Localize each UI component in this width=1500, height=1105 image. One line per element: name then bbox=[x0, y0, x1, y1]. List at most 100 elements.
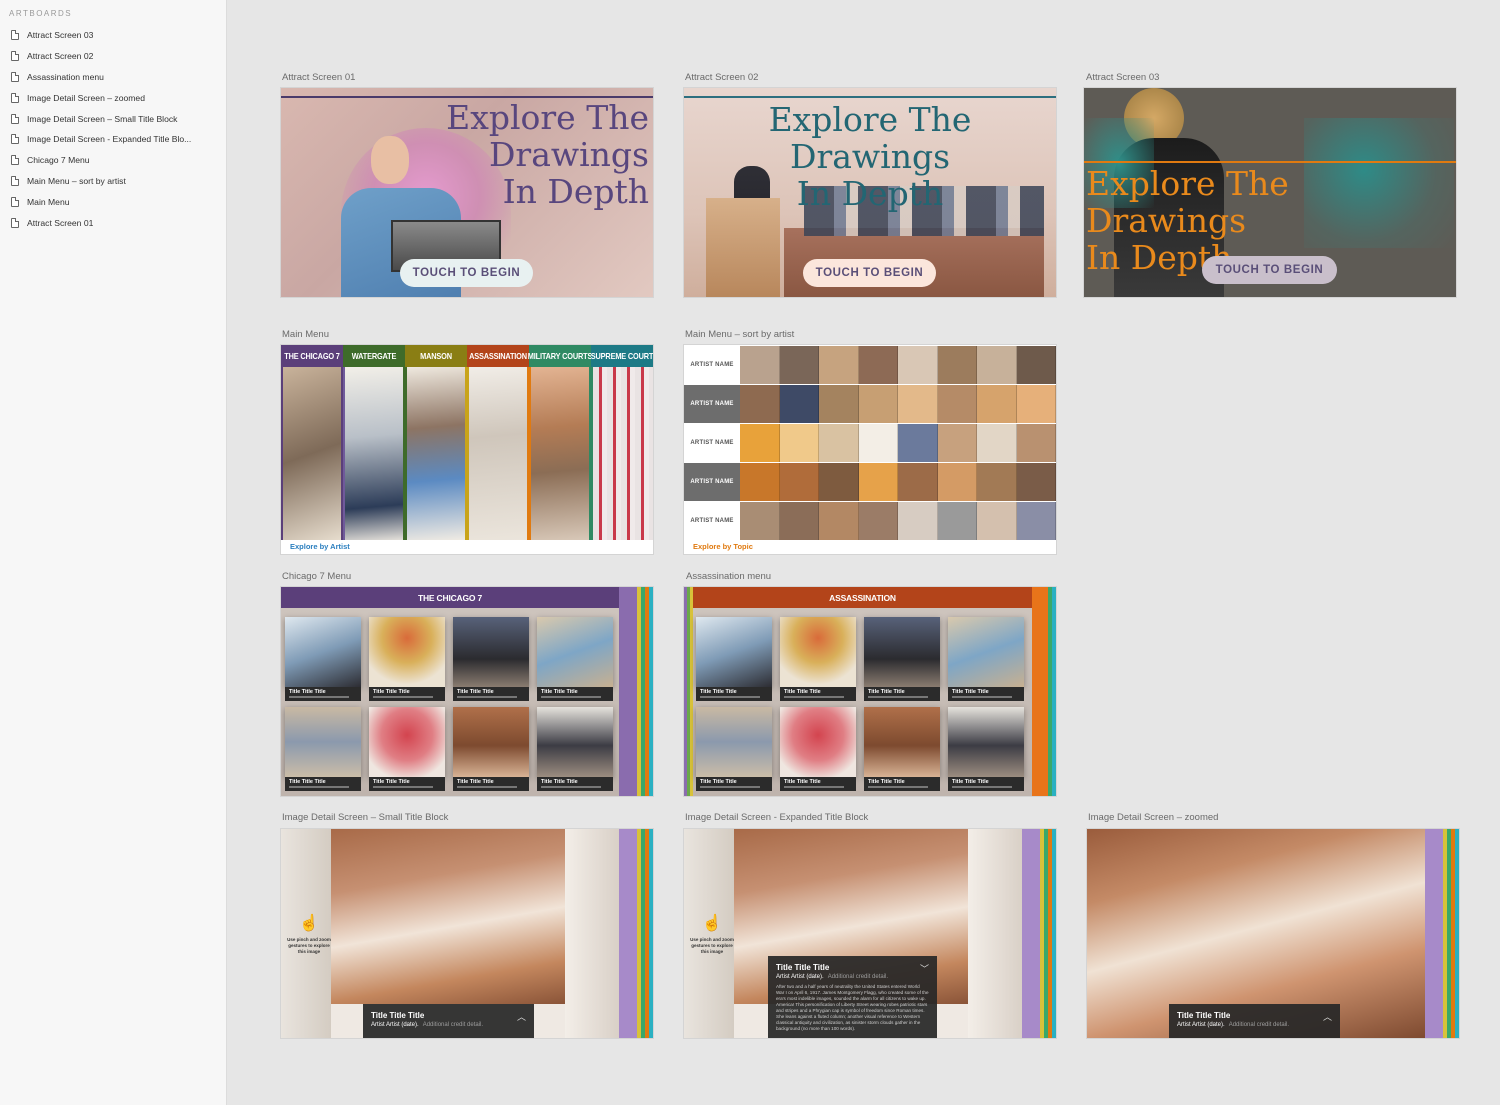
topic-sketch bbox=[591, 367, 653, 540]
artwork-tile[interactable]: Title Title Title bbox=[451, 707, 531, 791]
artist-row[interactable]: ARTIST NAME bbox=[684, 424, 1056, 462]
artboard-image-detail-expanded[interactable]: ☝ Use pinch and zoom gestures to explore… bbox=[684, 829, 1056, 1038]
artboard-label[interactable]: Main Menu bbox=[282, 329, 329, 340]
artboard-label[interactable]: Assassination menu bbox=[686, 571, 771, 582]
sidebar-item-label: Attract Screen 03 bbox=[27, 30, 94, 41]
artwork-tile[interactable]: Title Title Title bbox=[694, 617, 774, 701]
artwork-tile[interactable]: Title Title Title bbox=[283, 617, 363, 701]
sidebar-item-chicago-7-menu[interactable]: Chicago 7 Menu bbox=[0, 150, 227, 171]
artboard-main-menu-sort-by-artist[interactable]: ARTIST NAME ARTIST NAME ARTIST NAME ARTI… bbox=[684, 345, 1056, 554]
artist-thumbnails bbox=[740, 463, 1056, 501]
chevron-up-icon[interactable]: ︿ bbox=[1323, 1010, 1332, 1023]
artwork-caption: Title Title Title bbox=[369, 687, 445, 701]
artwork-tile[interactable]: Title Title Title bbox=[367, 707, 447, 791]
artboard-main-menu[interactable]: THE CHICAGO 7 WATERGATE MANSON ASSASSINA… bbox=[281, 345, 653, 554]
title-block[interactable]: Title Title Title Artist Artist (date). A… bbox=[1169, 1004, 1340, 1038]
explore-by-artist-link[interactable]: Explore by Artist bbox=[281, 540, 653, 554]
topic-color-stripes bbox=[684, 587, 693, 796]
artwork-title: Title Title Title bbox=[868, 689, 905, 695]
artboard-label[interactable]: Image Detail Screen – zoomed bbox=[1088, 812, 1218, 823]
artwork-tile[interactable]: Title Title Title bbox=[778, 707, 858, 791]
title-block-expanded[interactable]: Title Title Title Artist Artist (date). A… bbox=[768, 956, 937, 1038]
topic-watergate[interactable]: WATERGATE bbox=[343, 345, 405, 540]
sidebar-item-detail-zoomed[interactable]: Image Detail Screen – zoomed bbox=[0, 87, 227, 108]
attract-headline: Explore The Drawings In Depth bbox=[281, 99, 649, 211]
artwork-title: Title Title Title bbox=[541, 689, 578, 695]
artist-row[interactable]: ARTIST NAME bbox=[684, 385, 1056, 423]
sidebar-item-assassination-menu[interactable]: Assassination menu bbox=[0, 67, 227, 88]
artboard-attract-screen-03[interactable]: Explore The Drawings In Depth TOUCH TO B… bbox=[1084, 88, 1456, 297]
sidebar-item-label: Main Menu – sort by artist bbox=[27, 175, 126, 186]
sidebar-item-detail-expanded[interactable]: Image Detail Screen - Expanded Title Blo… bbox=[0, 129, 227, 150]
sidebar-item-label: Image Detail Screen – Small Title Block bbox=[27, 113, 178, 124]
sidebar-item-label: Attract Screen 01 bbox=[27, 217, 94, 228]
artboard-label[interactable]: Image Detail Screen - Expanded Title Blo… bbox=[685, 812, 868, 823]
artboard-label[interactable]: Attract Screen 01 bbox=[282, 72, 355, 83]
artwork-tile[interactable]: Title Title Title bbox=[535, 707, 615, 791]
topic-sketch bbox=[467, 367, 529, 540]
artwork-tile[interactable]: Title Title Title bbox=[367, 617, 447, 701]
artboard-chicago-7-menu[interactable]: THE CHICAGO 7 Title Title Title Title Ti… bbox=[281, 587, 653, 796]
artwork-tile[interactable]: Title Title Title bbox=[535, 617, 615, 701]
touch-to-begin-button[interactable]: TOUCH TO BEGIN bbox=[803, 259, 936, 287]
artwork-tile[interactable]: Title Title Title bbox=[862, 617, 942, 701]
artwork-tile[interactable]: Title Title Title bbox=[694, 707, 774, 791]
artboard-attract-screen-02[interactable]: Explore The Drawings In Depth TOUCH TO B… bbox=[684, 88, 1056, 297]
artwork-thumbnail bbox=[864, 707, 940, 777]
artwork-tile[interactable]: Title Title Title bbox=[283, 707, 363, 791]
artwork-thumbnail bbox=[864, 617, 940, 687]
touch-to-begin-button[interactable]: TOUCH TO BEGIN bbox=[1202, 256, 1337, 284]
artwork-tile[interactable]: Title Title Title bbox=[946, 707, 1026, 791]
artwork-title: Title Title Title bbox=[373, 779, 410, 785]
chevron-up-icon[interactable]: ︿ bbox=[517, 1010, 526, 1023]
artist-thumbnails bbox=[740, 385, 1056, 423]
topic-chicago-7[interactable]: THE CHICAGO 7 bbox=[281, 345, 343, 540]
sidebar-item-attract-screen-01[interactable]: Attract Screen 01 bbox=[0, 212, 227, 233]
artwork-tile[interactable]: Title Title Title bbox=[946, 617, 1026, 701]
title-block[interactable]: Title Title Title Artist Artist (date). A… bbox=[363, 1004, 534, 1038]
artboards-sidebar: ARTBOARDS Attract Screen 03 Attract Scre… bbox=[0, 0, 227, 1105]
artwork-tile[interactable]: Title Title Title bbox=[778, 617, 858, 701]
artwork-thumbnail bbox=[948, 617, 1024, 687]
artboard-image-detail-small[interactable]: ☝ Use pinch and zoom gestures to explore… bbox=[281, 829, 653, 1038]
attract-headline: Explore The Drawings In Depth bbox=[684, 101, 1056, 213]
topic-label: SUPREME COURT bbox=[590, 351, 653, 361]
artist-row[interactable]: ARTIST NAME bbox=[684, 463, 1056, 501]
sidebar-item-attract-screen-02[interactable]: Attract Screen 02 bbox=[0, 46, 227, 67]
pinch-hint: ☝ Use pinch and zoom gestures to explore… bbox=[287, 913, 331, 955]
sidebar-item-main-menu[interactable]: Main Menu bbox=[0, 191, 227, 212]
artwork-tile[interactable]: Title Title Title bbox=[862, 707, 942, 791]
artwork-thumbnail bbox=[780, 707, 856, 777]
artboard-assassination-menu[interactable]: ASSASSINATION Title Title Title Title Ti… bbox=[684, 587, 1056, 796]
artboard-label[interactable]: Attract Screen 02 bbox=[685, 72, 758, 83]
sidebar-item-main-menu-sort[interactable]: Main Menu – sort by artist bbox=[0, 171, 227, 192]
artist-row[interactable]: ARTIST NAME bbox=[684, 346, 1056, 384]
explore-by-topic-link[interactable]: Explore by Topic bbox=[684, 540, 1056, 554]
artboard-attract-screen-01[interactable]: Explore The Drawings In Depth TOUCH TO B… bbox=[281, 88, 653, 297]
artboard-image-detail-zoomed[interactable]: Title Title Title Artist Artist (date). A… bbox=[1087, 829, 1459, 1038]
artist-row[interactable]: ARTIST NAME bbox=[684, 502, 1056, 540]
artboard-icon bbox=[11, 92, 19, 103]
topic-manson[interactable]: MANSON bbox=[405, 345, 467, 540]
artwork-title: Title Title Title bbox=[784, 689, 821, 695]
artboard-label[interactable]: Main Menu – sort by artist bbox=[685, 329, 794, 340]
chevron-down-icon[interactable]: ﹀ bbox=[920, 962, 929, 975]
sidebar-item-detail-small[interactable]: Image Detail Screen – Small Title Block bbox=[0, 108, 227, 129]
artwork-title: Title Title Title bbox=[1177, 1011, 1231, 1020]
credit-detail: Additional credit detail. bbox=[1228, 1022, 1290, 1028]
artboard-label[interactable]: Image Detail Screen – Small Title Block bbox=[282, 812, 448, 823]
artist-name: ARTIST NAME bbox=[684, 385, 740, 423]
topic-assassination[interactable]: ASSASSINATION bbox=[467, 345, 529, 540]
artist-name: Artist Artist (date). bbox=[371, 1022, 419, 1028]
topic-supreme-court[interactable]: SUPREME COURT bbox=[591, 345, 653, 540]
topic-military-courts[interactable]: MILITARY COURTS bbox=[528, 345, 592, 540]
artist-name: ARTIST NAME bbox=[684, 502, 740, 540]
touch-to-begin-button[interactable]: TOUCH TO BEGIN bbox=[400, 259, 533, 287]
zoomable-artwork[interactable] bbox=[331, 829, 565, 1004]
artwork-tile[interactable]: Title Title Title bbox=[451, 617, 531, 701]
artboard-label[interactable]: Chicago 7 Menu bbox=[282, 571, 351, 582]
artboard-label[interactable]: Attract Screen 03 bbox=[1086, 72, 1159, 83]
artwork-thumbnail bbox=[369, 707, 445, 777]
sidebar-item-attract-screen-03[interactable]: Attract Screen 03 bbox=[0, 25, 227, 46]
artwork-caption: Title Title Title bbox=[453, 687, 529, 701]
